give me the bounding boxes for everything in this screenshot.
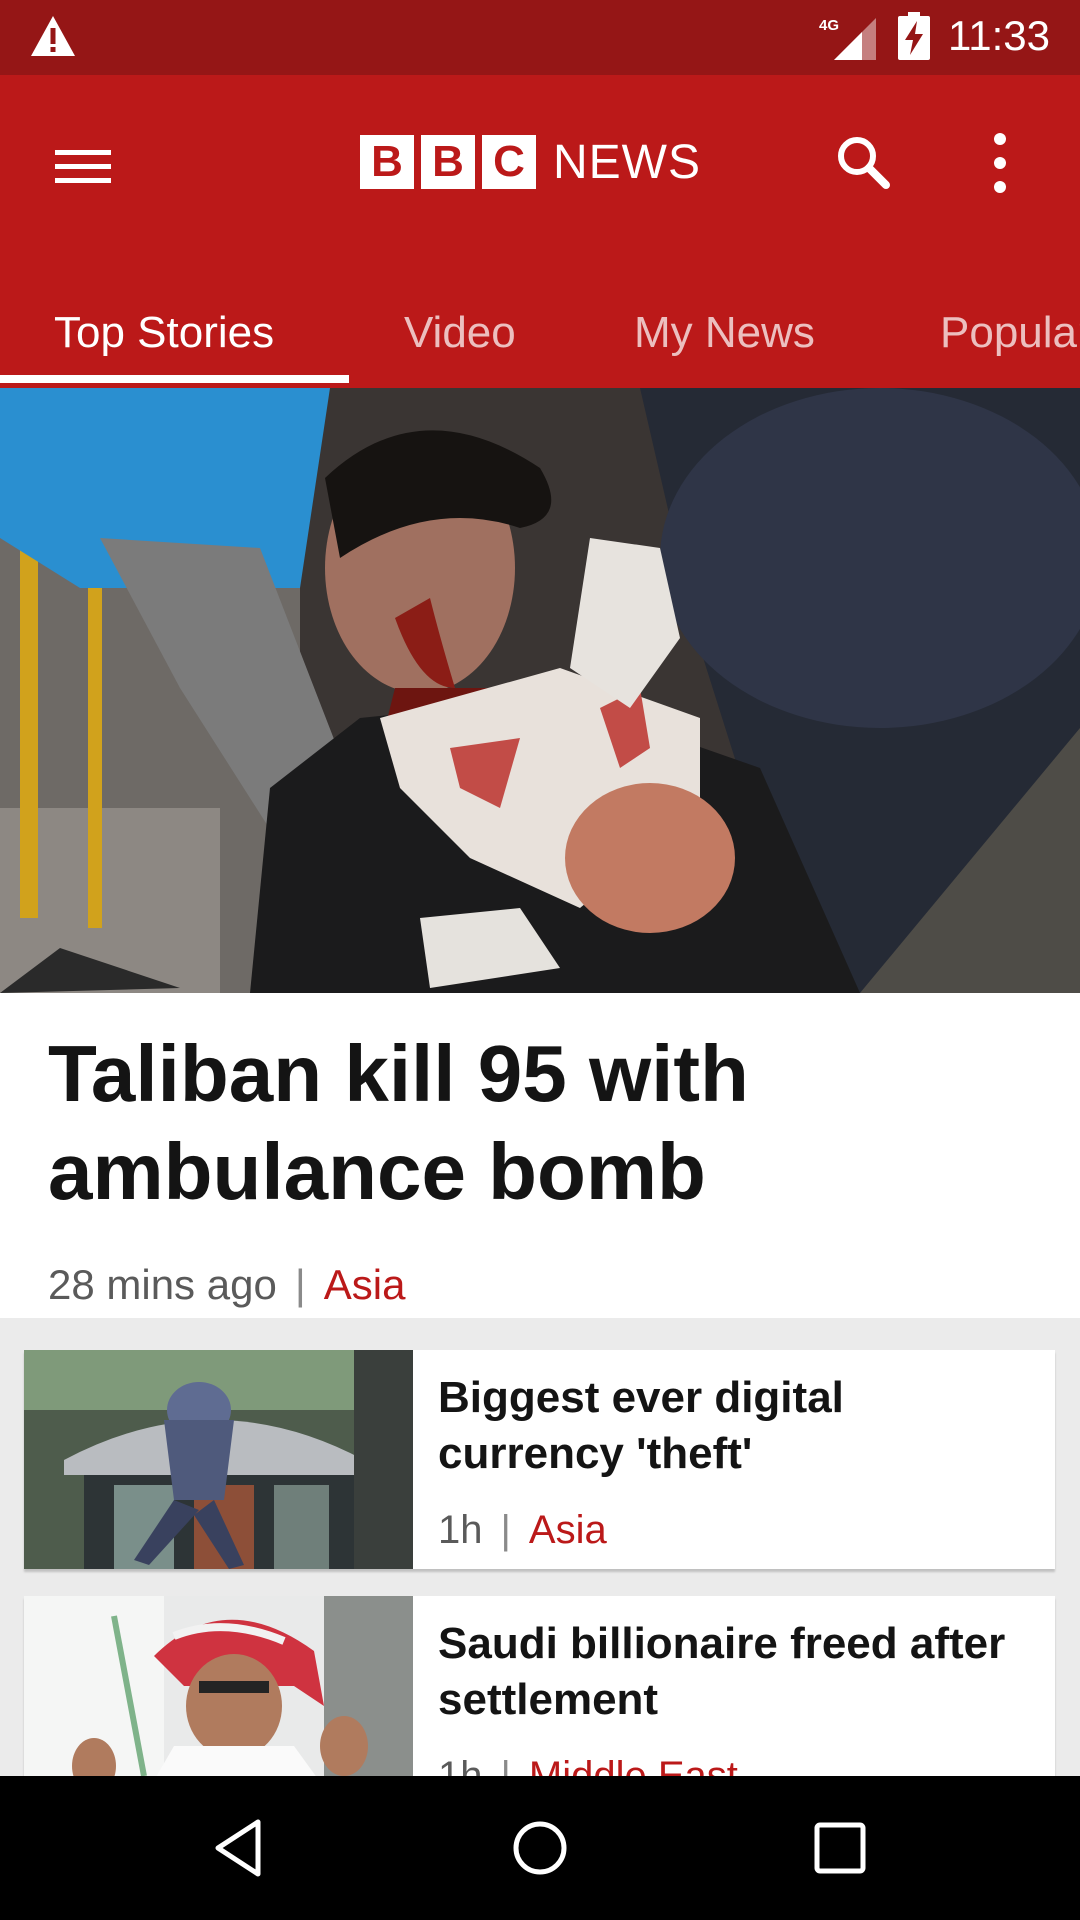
status-clock: 11:33 [948,12,1050,59]
back-icon[interactable] [204,1812,276,1884]
signal-icon: 4G [819,17,876,60]
hero-image[interactable] [0,388,1080,993]
hero-section-link[interactable]: Asia [324,1261,406,1308]
app-bar: B B C NEWS Top Stories Video My News Pop… [0,75,1080,388]
hero-headline[interactable]: Taliban kill 95 with ambulance bomb [48,1025,1038,1221]
tab-indicator [0,375,349,383]
recents-icon[interactable] [804,1812,876,1884]
home-icon[interactable] [504,1812,576,1884]
story-title[interactable]: Saudi billionaire freed after settlement [438,1616,1038,1728]
hero-story-card[interactable]: Taliban kill 95 with ambulance bomb 28 m… [0,993,1080,1318]
battery-charging-icon [898,12,930,60]
section-tabs: Top Stories Video My News Popular [0,283,1080,388]
logo-letter: B [360,135,414,189]
story-title[interactable]: Biggest ever digital currency 'theft' [438,1370,1038,1482]
meta-separator: | [294,1261,306,1308]
tab-popular[interactable]: Popular [940,283,1080,388]
status-bar: 4G 11:33 [0,0,1080,75]
hero-meta: 28 mins ago | Asia [48,1261,405,1309]
story-timestamp: 1h [438,1508,483,1552]
story-section-link[interactable]: Asia [529,1508,607,1552]
logo-letter: B [421,135,475,189]
logo-word: NEWS [553,135,701,189]
search-icon[interactable] [828,127,900,199]
svg-text:4G: 4G [819,17,839,34]
menu-icon[interactable] [48,131,120,203]
tab-my-news[interactable]: My News [634,283,815,388]
meta-separator: | [500,1508,511,1552]
more-vert-icon[interactable] [968,127,1032,199]
story-meta: 1h | Asia [438,1508,607,1553]
story-card[interactable]: Biggest ever digital currency 'theft' 1h… [24,1350,1055,1569]
warning-icon [31,16,75,56]
logo-letter: C [482,135,536,189]
tab-top-stories[interactable]: Top Stories [54,283,274,388]
bbc-news-logo: B B C NEWS [360,132,701,192]
hero-timestamp: 28 mins ago [48,1261,277,1308]
system-nav-bar [0,1776,1080,1920]
story-thumbnail[interactable] [24,1350,413,1569]
tab-video[interactable]: Video [404,283,516,388]
